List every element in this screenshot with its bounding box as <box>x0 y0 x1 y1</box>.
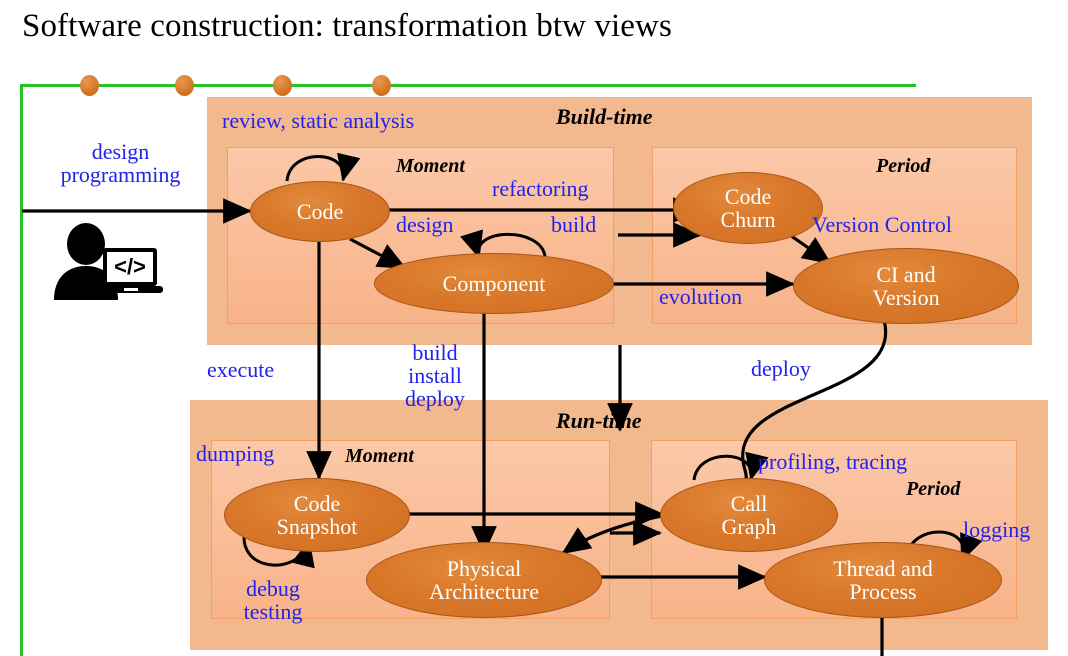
node-code-snapshot-line2: Snapshot <box>276 514 358 539</box>
label-dumping: dumping <box>196 441 275 466</box>
label-debug-testing-line2: testing <box>243 599 303 625</box>
node-code-churn[interactable]: Code Churn <box>673 172 823 244</box>
label-debug-testing-line1: debug <box>246 576 300 601</box>
label-build-install-deploy-line3: deploy <box>405 386 465 412</box>
label-design: design <box>396 212 454 237</box>
timeline-dot-3 <box>273 75 292 96</box>
timeline-dot-1 <box>80 75 99 96</box>
label-design-programming: design programming <box>38 140 203 186</box>
node-call-graph-line2: Graph <box>721 514 777 539</box>
label-evolution: evolution <box>659 284 743 309</box>
code-glyph-text: </> <box>114 254 146 279</box>
build-time-label: Build-time <box>556 104 653 129</box>
label-logging: logging <box>963 517 1031 542</box>
build-period-label: Period <box>876 155 931 177</box>
timeline-dot-2 <box>175 75 194 96</box>
node-code-churn-line1: Code <box>724 183 772 209</box>
label-build-install-deploy-line1: build <box>412 340 458 365</box>
node-component[interactable]: Component <box>374 253 614 314</box>
node-thread-process-line1: Thread and <box>833 555 933 581</box>
node-physical-architecture-line1: Physical <box>446 555 522 581</box>
node-ci-version[interactable]: CI and Version <box>793 248 1019 324</box>
developer-with-laptop-icon: </> <box>48 222 168 300</box>
label-design-programming-line1: design <box>91 139 150 164</box>
node-physical-architecture[interactable]: Physical Architecture <box>366 542 602 618</box>
label-build: build <box>551 212 597 237</box>
node-physical-architecture-line2: Architecture <box>429 579 539 604</box>
label-execute: execute <box>207 357 275 382</box>
run-period-label: Period <box>906 478 961 500</box>
node-ci-version-line2: Version <box>872 285 940 310</box>
label-design-programming-line2: programming <box>60 162 181 188</box>
node-thread-process[interactable]: Thread and Process <box>764 542 1002 618</box>
node-component-label: Component <box>442 270 546 296</box>
label-version-control: Version Control <box>812 212 952 237</box>
node-code[interactable]: Code <box>250 181 390 242</box>
node-call-graph-line1: Call <box>730 490 768 516</box>
label-profiling-tracing: profiling, tracing <box>758 449 908 474</box>
build-moment-label: Moment <box>396 155 465 177</box>
run-time-label: Run-time <box>556 408 642 433</box>
node-call-graph[interactable]: Call Graph <box>660 478 838 552</box>
page-title: Software construction: transformation bt… <box>22 8 672 44</box>
node-code-label: Code <box>296 198 344 224</box>
node-ci-version-line1: CI and <box>876 261 936 287</box>
run-moment-label: Moment <box>345 445 414 467</box>
node-code-snapshot-line1: Code <box>293 490 341 516</box>
label-refactoring: refactoring <box>492 176 589 201</box>
label-review-static-analysis: review, static analysis <box>222 108 415 133</box>
node-code-snapshot[interactable]: Code Snapshot <box>224 478 410 552</box>
timeline-dot-4 <box>372 75 391 96</box>
slide-canvas: Software construction: transformation bt… <box>0 0 1068 656</box>
scope-line-horizontal <box>20 84 916 87</box>
label-build-install-deploy: build install deploy <box>385 341 485 410</box>
node-code-churn-line2: Churn <box>720 207 776 232</box>
scope-line-vertical <box>20 84 23 656</box>
label-build-install-deploy-line2: install <box>408 363 462 389</box>
label-debug-testing: debug testing <box>228 577 318 623</box>
label-deploy: deploy <box>751 356 811 381</box>
node-thread-process-line2: Process <box>849 579 917 604</box>
